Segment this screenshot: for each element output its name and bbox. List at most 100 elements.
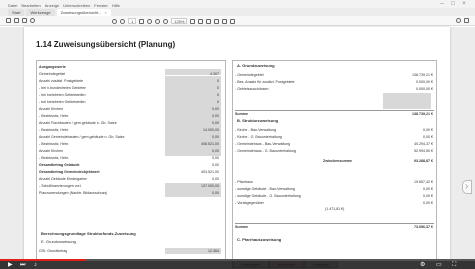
menu-help[interactable]: Hilfe bbox=[112, 3, 120, 8]
section-subtitle: E. Grundzuweisung bbox=[41, 239, 76, 244]
row-label: Planzuwendungen (Nachtr. Bildausschuss) bbox=[39, 190, 108, 195]
row-label: - Bes. Ansatz für zusätzl. Postgebiete bbox=[235, 79, 295, 84]
highlight-icon[interactable] bbox=[206, 18, 212, 24]
menu-edit[interactable]: Bearbeiten bbox=[21, 3, 40, 8]
search-icon[interactable] bbox=[30, 18, 35, 23]
fit-page-icon[interactable] bbox=[190, 18, 196, 24]
subtotal-row: Zwischensumme 93.288,87 € bbox=[235, 157, 434, 164]
section-title: C. Pfarrhauszuweisung bbox=[237, 237, 282, 242]
row-label: - Gemeindehaus - G. Bauunterhaltung bbox=[235, 148, 296, 153]
row-label: Gemeindegebiet bbox=[39, 71, 66, 76]
window-controls: – □ × bbox=[439, 1, 467, 7]
tab-document-label: Zuweisungsübersicht... bbox=[60, 10, 102, 15]
table-row: Anzahl zusätzl. Postgebiete 0 bbox=[39, 77, 223, 84]
save-icon[interactable] bbox=[6, 18, 11, 23]
table-row: - Gemeindegebiet 138.739,21 € bbox=[235, 71, 434, 78]
tab-tools[interactable]: Werkzeuge bbox=[26, 9, 55, 16]
row-value: 0,00 bbox=[212, 155, 219, 160]
help-icon[interactable] bbox=[456, 18, 461, 23]
table-row: - Gemeindehaus - Bau-Verwaltung 40.294,37… bbox=[235, 140, 434, 147]
row-label: - Kirche - G. Bauunterhaltung bbox=[235, 134, 282, 139]
prev-page-icon[interactable] bbox=[112, 18, 117, 24]
side-panel-toggle[interactable] bbox=[462, 180, 472, 194]
menu-sign[interactable]: Unterschreiben bbox=[63, 3, 90, 8]
page-title: 1.14 Zuweisungsübersicht (Planung) bbox=[36, 40, 176, 49]
print-icon[interactable] bbox=[14, 18, 19, 23]
row-value: 0,00 € bbox=[423, 193, 433, 198]
section-title: B. Strukturzuweisung bbox=[237, 118, 279, 123]
row-value: 0,00 bbox=[212, 134, 219, 139]
row-value: 0,00 bbox=[212, 106, 219, 111]
left-panel: Ausgangswerte Gemeindegebiet 4.307 Anzahl z… bbox=[36, 60, 226, 260]
table-row: - sonstige Gebäude - G. Bauunterhaltung 0… bbox=[235, 192, 434, 199]
row-value: 0.000,00 € bbox=[416, 79, 433, 84]
row-value: 0,00 € bbox=[423, 186, 433, 191]
table-row: - Bezirkssitz, Hebr. 0,00 bbox=[39, 112, 223, 119]
settings-icon[interactable]: ⚙ bbox=[420, 261, 425, 269]
row-value: 0 bbox=[217, 92, 219, 97]
table-row: Anzahl Kirchen 0,00 bbox=[39, 147, 223, 154]
table-row: Anzahl Gemeindebauten / gem.gebäude n. G… bbox=[39, 133, 223, 140]
table-row: - bei kreisfreien Gebietsteilen 0 bbox=[39, 98, 223, 105]
table-row: - Vorabgegenüber 0,00 € bbox=[235, 199, 434, 206]
row-value: 138.739,21 € bbox=[412, 72, 433, 77]
zoom-in-icon[interactable] bbox=[163, 18, 169, 24]
next-page-icon[interactable] bbox=[120, 18, 125, 24]
close-icon[interactable]: × bbox=[105, 10, 107, 15]
table-row: Anzahl Kirchen 0,00 bbox=[39, 105, 223, 112]
row-value: 137.000,00 bbox=[201, 183, 219, 188]
row-value: 14.000,00 bbox=[203, 127, 219, 132]
page-number-input[interactable]: 1 bbox=[128, 18, 137, 24]
tab-document[interactable]: Zuweisungsübersicht... × bbox=[56, 9, 111, 16]
tab-start[interactable]: Start bbox=[8, 9, 25, 16]
table-row: - bei n.bundesfreien Gebieten 0 bbox=[39, 84, 223, 91]
table-row: - Bezirkssitz, Hebr. 14.000,00 bbox=[39, 126, 223, 133]
row-value: 0,00 bbox=[212, 113, 219, 118]
zoom-out-icon[interactable] bbox=[155, 18, 161, 24]
video-progress-bar[interactable] bbox=[0, 259, 475, 261]
menu-view[interactable]: Anzeige bbox=[45, 3, 59, 8]
cursor-icon[interactable] bbox=[139, 18, 145, 24]
sign-icon[interactable] bbox=[230, 18, 236, 24]
row-value: 408.521,00 bbox=[201, 141, 219, 146]
tab-bar: Start Werkzeuge Zuweisungsübersicht... × bbox=[0, 8, 475, 16]
text-icon[interactable] bbox=[222, 18, 228, 24]
sum-row: Summe 138.739,21 € bbox=[235, 110, 434, 117]
comment-icon[interactable] bbox=[198, 18, 204, 24]
document-area: 1.14 Zuweisungsübersicht (Planung) Ausga… bbox=[0, 27, 475, 269]
row-label: Gesamtbetrag Gebäude bbox=[39, 162, 80, 167]
next-icon[interactable]: ⏭ bbox=[20, 261, 25, 269]
row-label: - Gemeindegebiet bbox=[235, 72, 264, 77]
video-progress-fill bbox=[0, 259, 86, 261]
table-row: Gemeindegebiet 4.307 bbox=[39, 70, 223, 77]
pdf-page: 1.14 Zuweisungsübersicht (Planung) Ausga… bbox=[24, 27, 450, 269]
close-icon[interactable]: × bbox=[461, 1, 467, 7]
mail-icon[interactable] bbox=[22, 18, 27, 23]
row-value: 0,00 € bbox=[423, 134, 433, 139]
row-value: 0.000,00 € bbox=[416, 86, 433, 91]
table-row: - Pfarrhaus 19.657,42 € bbox=[235, 178, 434, 185]
table-row: - bei kreisfreien Gebietsteilen 0 bbox=[39, 91, 223, 98]
menu-window[interactable]: Fenster bbox=[94, 3, 108, 8]
volume-icon[interactable]: ♪ bbox=[34, 261, 37, 269]
hand-icon[interactable] bbox=[147, 18, 153, 24]
minimize-icon[interactable]: – bbox=[439, 1, 445, 7]
theater-icon[interactable]: ▭ bbox=[436, 261, 442, 269]
zoom-select[interactable]: 125% bbox=[171, 18, 188, 24]
row-value bbox=[165, 64, 221, 70]
table-row: Gesamtbetrag Gemeindeobjektwert 403.521,0… bbox=[39, 168, 223, 175]
table-row: Anzahl Flachbauten / gem.gebäude n. Gb. … bbox=[39, 119, 223, 126]
play-icon[interactable]: ▶ bbox=[8, 261, 13, 269]
menu-file[interactable]: Datei bbox=[8, 3, 17, 8]
right-panel: A. Grundzuweisung - Gemeindegebiet 138.73… bbox=[232, 60, 437, 260]
row-value: 0,00 bbox=[212, 148, 219, 153]
fullscreen-icon[interactable]: ⛶ bbox=[452, 261, 456, 269]
row-label: Anzahl Flachbauten / gem.gebäude n. Gb. … bbox=[39, 120, 117, 125]
share-icon[interactable] bbox=[464, 18, 469, 23]
row-label: - Kirche - Bau-Verwaltung bbox=[235, 127, 276, 132]
sum-row: Summe 73.056,37 € bbox=[235, 223, 434, 230]
row-label: - Bezirkssitz, Hebr. bbox=[39, 155, 69, 160]
table-row: - Bezirkssitz, Hebr. 0,00 bbox=[39, 154, 223, 161]
maximize-icon[interactable]: □ bbox=[450, 1, 456, 7]
draw-icon[interactable] bbox=[214, 18, 220, 24]
